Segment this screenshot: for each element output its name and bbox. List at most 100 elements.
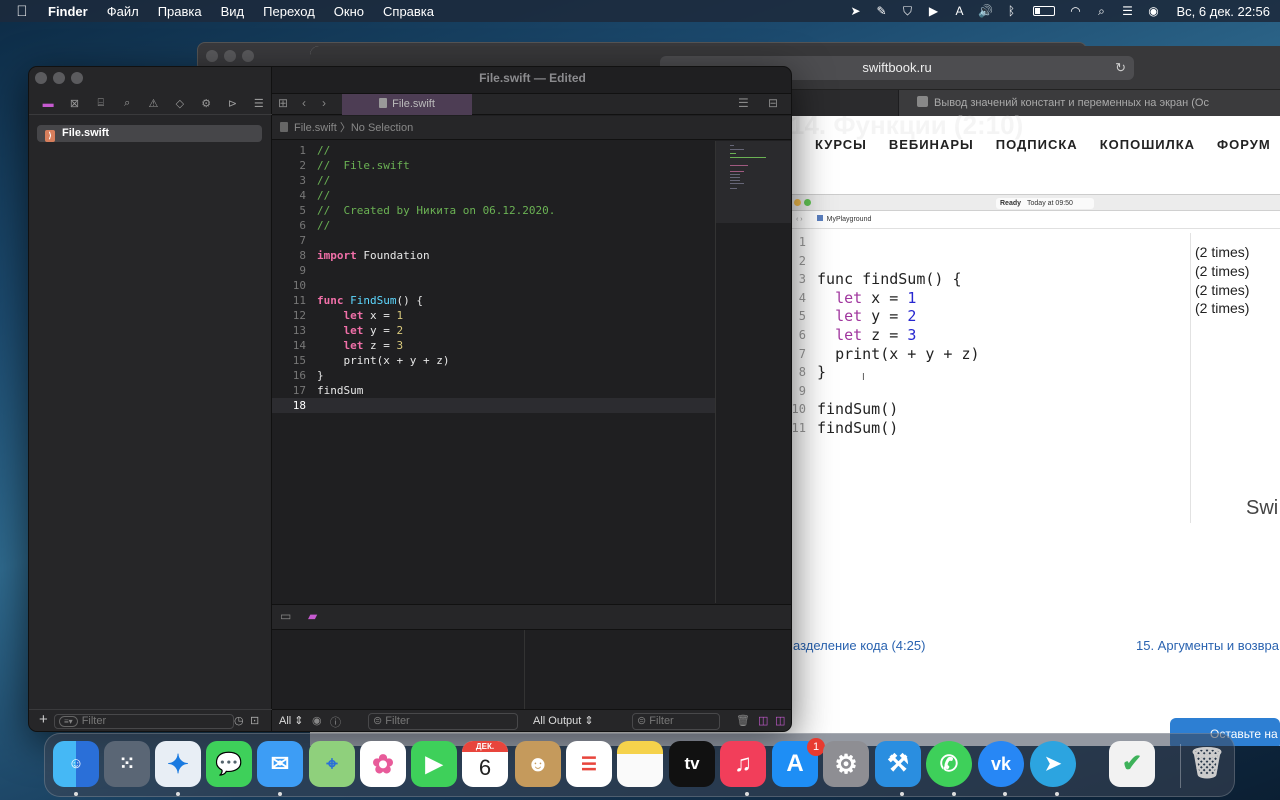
photos-icon[interactable]: ✿ xyxy=(360,741,406,787)
menu-file[interactable]: Файл xyxy=(107,4,139,19)
pen-tray-icon[interactable]: ✎ xyxy=(869,4,895,18)
test-navigator-diamond-icon[interactable]: ◇ xyxy=(167,97,193,110)
code-line[interactable]: 15 print(x + y + z) xyxy=(272,353,715,368)
show-variables-icon[interactable]: ◫ xyxy=(758,714,768,727)
menubar-clock[interactable]: Вс, 6 дек. 22:56 xyxy=(1177,4,1271,19)
telegram-icon[interactable]: ➤ xyxy=(1030,741,1076,787)
add-editor-icon[interactable]: ⊟ xyxy=(768,96,778,110)
add-icon[interactable]: + xyxy=(39,711,48,728)
next-lesson-link[interactable]: 15. Аргументы и возвра xyxy=(1136,638,1279,653)
find-navigator-search-icon[interactable]: ⌕ xyxy=(114,97,140,110)
nav-courses[interactable]: КУРСЫ xyxy=(815,137,867,152)
eye-icon[interactable]: ◉ xyxy=(312,714,322,727)
output-scope-select[interactable]: All Output ⇕ xyxy=(533,714,594,727)
nav-subscription[interactable]: ПОДПИСКА xyxy=(996,137,1078,152)
nav-koposhilka[interactable]: КОПОШИЛКА xyxy=(1100,137,1195,152)
code-line[interactable]: 17 findSum xyxy=(272,383,715,398)
telegram-tray-icon[interactable]: ➤ xyxy=(843,4,869,18)
issue-navigator-warning-icon[interactable]: ⚠ xyxy=(140,97,166,110)
prev-lesson-link[interactable]: азделение кода (4:25) xyxy=(793,638,925,653)
nav-webinars[interactable]: ВЕБИНАРЫ xyxy=(889,137,974,152)
facetime-icon[interactable]: ▶ xyxy=(411,741,457,787)
music-icon[interactable]: ♫ xyxy=(720,741,766,787)
zoom-dot-icon[interactable] xyxy=(242,50,254,62)
source-editor[interactable]: 1 // 2 // File.swift 3 // 4 // 5 // Created by Ни… xyxy=(272,141,715,603)
adguard-shield-icon[interactable]: ✔ xyxy=(1109,741,1155,787)
notes-icon[interactable] xyxy=(617,741,663,787)
system-preferences-gear-icon[interactable]: ⚙ xyxy=(823,741,869,787)
navigator-file-item[interactable]: ⟩ File.swift xyxy=(37,125,262,142)
recent-files-clock-icon[interactable]: ◷ xyxy=(234,714,244,727)
battery-icon[interactable] xyxy=(1032,6,1055,16)
safari-icon[interactable]: ✦ xyxy=(155,741,201,787)
forward-chevron-icon[interactable]: › xyxy=(322,96,326,110)
minimize-button[interactable] xyxy=(53,72,65,84)
jump-selection[interactable]: No Selection xyxy=(351,122,413,134)
minimap[interactable] xyxy=(715,141,791,603)
symbol-navigator-icon[interactable]: ⌸ xyxy=(88,97,114,110)
code-line[interactable]: 10 xyxy=(272,278,715,293)
breakpoints-toggle-icon[interactable]: ▰ xyxy=(308,609,317,623)
variables-view[interactable] xyxy=(272,630,525,709)
back-chevron-icon[interactable]: ‹ xyxy=(302,96,306,110)
hide-debug-area-icon[interactable]: ▭ xyxy=(280,609,291,623)
shield-tray-icon[interactable]: ⛉ xyxy=(895,4,921,19)
code-line[interactable]: 8 import Foundation xyxy=(272,248,715,263)
breakpoint-navigator-icon[interactable]: ⊳ xyxy=(219,97,245,110)
code-line[interactable]: 6 // xyxy=(272,218,715,233)
editor-options-icon[interactable]: ☰ xyxy=(738,96,749,110)
whatsapp-icon[interactable]: ✆ xyxy=(926,741,972,787)
menu-view[interactable]: Вид xyxy=(221,4,245,19)
trash-icon[interactable]: 🗑 xyxy=(736,714,750,727)
menu-help[interactable]: Справка xyxy=(383,4,434,19)
show-console-icon[interactable]: ◫ xyxy=(775,714,785,727)
source-control-filter-icon[interactable]: ⊡ xyxy=(250,714,259,727)
close-dot-icon[interactable] xyxy=(206,50,218,62)
navigator-filter-field[interactable]: ≡▾ Filter xyxy=(54,714,234,729)
code-line[interactable]: 1 // xyxy=(272,143,715,158)
launchpad-icon[interactable]: ⁙ xyxy=(104,741,150,787)
siri-icon[interactable]: ◉ xyxy=(1141,4,1167,18)
code-line[interactable]: 11 func FindSum() { xyxy=(272,293,715,308)
code-line[interactable]: 2 // File.swift xyxy=(272,158,715,173)
code-line[interactable]: 5 // Created by Никита on 06.12.2020. xyxy=(272,203,715,218)
bluetooth-icon[interactable]: ᛒ xyxy=(999,4,1025,18)
console-filter-field[interactable]: ⊜ Filter xyxy=(632,713,720,730)
menu-edit[interactable]: Правка xyxy=(158,4,202,19)
source-control-icon[interactable]: ⊠ xyxy=(61,97,87,110)
console-view[interactable] xyxy=(526,630,791,709)
spotlight-search-icon[interactable]: ⌕ xyxy=(1089,4,1115,19)
maps-icon[interactable]: ⌖ xyxy=(309,741,355,787)
vk-icon[interactable]: vk xyxy=(978,741,1024,787)
apple-menu-icon[interactable]:  xyxy=(10,3,34,20)
nav-forum[interactable]: ФОРУМ xyxy=(1217,137,1271,152)
minimize-dot-icon[interactable] xyxy=(224,50,236,62)
menu-app-finder[interactable]: Finder xyxy=(48,4,88,19)
xcode-hammer-icon[interactable]: ⚒ xyxy=(875,741,921,787)
variables-filter-field[interactable]: ⊜ Filter xyxy=(368,713,518,730)
jump-file[interactable]: File.swift xyxy=(294,122,337,134)
code-line[interactable]: 4 // xyxy=(272,188,715,203)
control-center-icon[interactable]: ☰ xyxy=(1115,4,1141,18)
volume-icon[interactable]: 🔊 xyxy=(973,4,999,18)
jump-bar[interactable]: File.swift 〉No Selection xyxy=(272,116,791,140)
input-source-icon[interactable]: A xyxy=(947,4,973,18)
zoom-button[interactable] xyxy=(71,72,83,84)
close-button[interactable] xyxy=(35,72,47,84)
minimap-visible-region[interactable] xyxy=(716,141,791,223)
menu-window[interactable]: Окно xyxy=(334,4,364,19)
code-line[interactable]: 16} xyxy=(272,368,715,383)
variables-scope-select[interactable]: All ⇕ xyxy=(279,714,304,727)
apple-tv-icon[interactable]: tv xyxy=(669,741,715,787)
calendar-icon[interactable]: ДЕК. 6 xyxy=(462,741,508,787)
reminders-icon[interactable]: ☰ xyxy=(566,741,612,787)
messages-icon[interactable]: 💬 xyxy=(206,741,252,787)
finder-icon[interactable]: ☺ xyxy=(53,741,99,787)
code-line[interactable]: 7 xyxy=(272,233,715,248)
code-line[interactable]: 14 let z = 3 xyxy=(272,338,715,353)
project-navigator-folder-icon[interactable]: ▬ xyxy=(35,98,61,110)
related-items-grid-icon[interactable]: ⊞ xyxy=(278,96,288,110)
tab-file-swift[interactable]: File.swift xyxy=(342,94,472,115)
code-line[interactable]: 12 let x = 1 xyxy=(272,308,715,323)
code-line[interactable]: 13 let y = 2 xyxy=(272,323,715,338)
